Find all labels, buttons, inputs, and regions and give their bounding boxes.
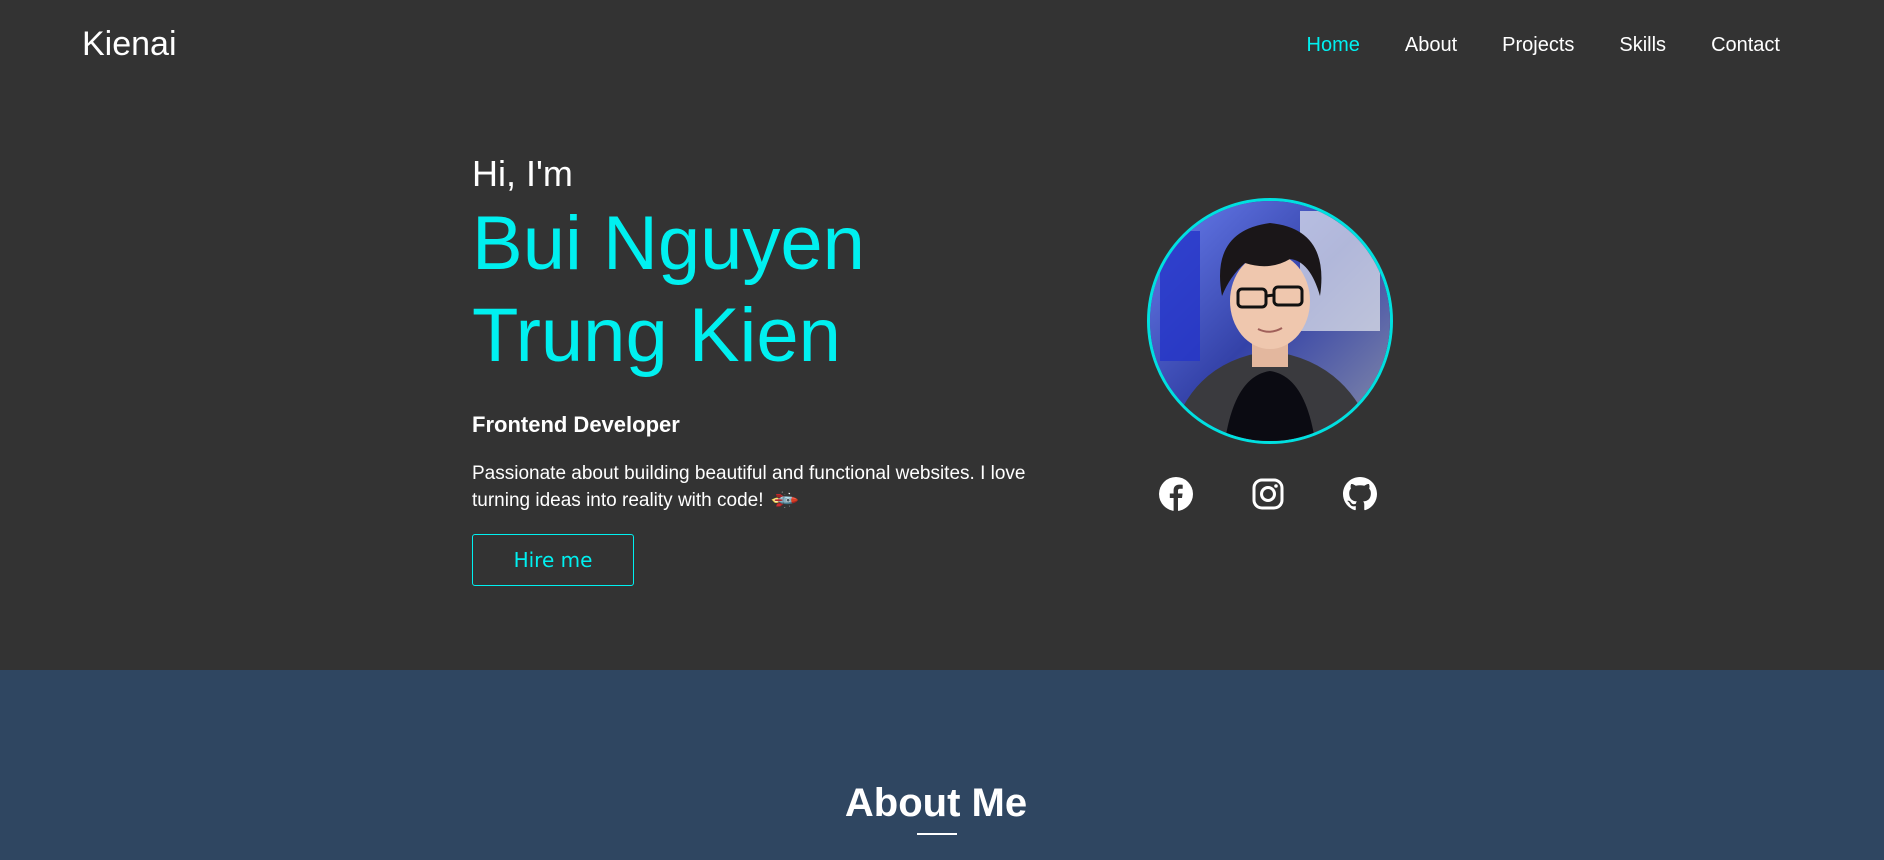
logo-link[interactable]: Kienai — [82, 24, 177, 64]
hero-description-text: Passionate about building beautiful and … — [472, 463, 1026, 511]
nav-skills[interactable]: Skills — [1619, 32, 1666, 58]
hero-description: Passionate about building beautiful and … — [472, 460, 1072, 515]
main-nav: Home About Projects Skills Contact — [1262, 32, 1780, 58]
greeting: Hi, I'm — [472, 153, 573, 194]
about-title: About Me — [844, 781, 1028, 825]
about-title-underline — [917, 833, 957, 835]
about-section: About Me — [0, 670, 1884, 860]
hero-section: Hi, I'm Bui Nguyen Trung Kien Frontend D… — [0, 90, 1884, 670]
nav-about[interactable]: About — [1405, 32, 1457, 58]
hero-name-line2: Trung Kien — [472, 293, 841, 378]
nav-contact[interactable]: Contact — [1711, 32, 1780, 58]
nav-projects[interactable]: Projects — [1502, 32, 1574, 58]
hero-name-line1: Bui Nguyen — [472, 201, 865, 286]
instagram-icon[interactable] — [1250, 476, 1286, 512]
hero-text: Hi, I'm Bui Nguyen Trung Kien Frontend D… — [472, 154, 1072, 586]
social-links — [1158, 476, 1434, 512]
facebook-icon[interactable] — [1158, 476, 1194, 512]
nav-home[interactable]: Home — [1307, 32, 1360, 58]
profile-avatar — [1147, 198, 1393, 444]
hire-me-button[interactable]: Hire me — [472, 534, 634, 586]
profile-photo — [1150, 201, 1390, 441]
job-title: Frontend Developer — [472, 412, 680, 437]
site-header: Kienai Home About Projects Skills Contac… — [0, 0, 1884, 90]
hero-name: Bui Nguyen Trung Kien — [472, 198, 1072, 382]
rocket-icon: 🚀 — [769, 485, 800, 516]
github-icon[interactable] — [1342, 476, 1378, 512]
